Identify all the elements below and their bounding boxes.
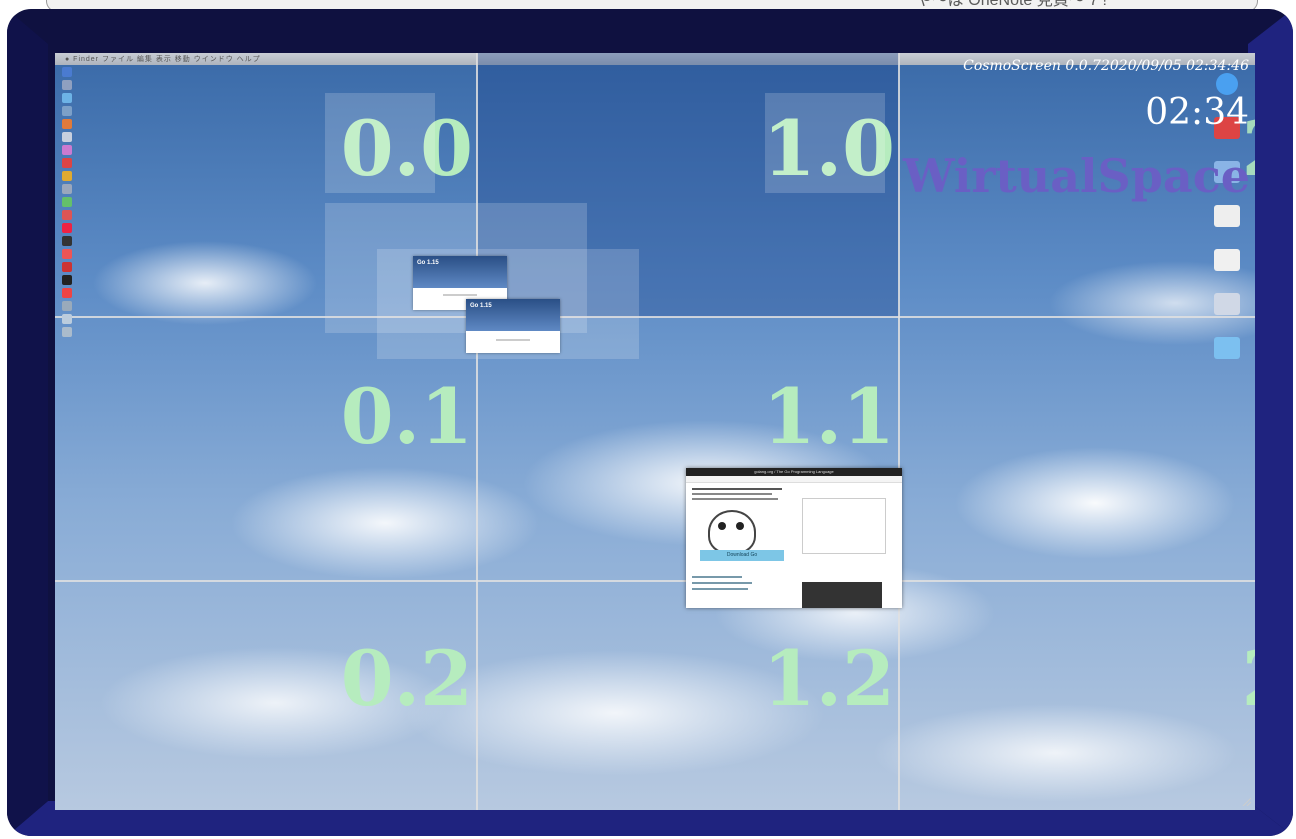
thumbnail-heading: Go 1.15 (470, 303, 492, 309)
trash-icon[interactable] (62, 327, 72, 337)
app-icon[interactable] (62, 210, 72, 220)
browser-nav[interactable] (686, 476, 902, 483)
file-icon[interactable] (1214, 249, 1240, 271)
tile-label: 0.2 (340, 634, 473, 723)
app-icon[interactable] (62, 301, 72, 311)
window-thumbnail[interactable]: Go 1.15 (466, 299, 560, 353)
finder-icon[interactable] (62, 67, 72, 77)
tile-label: 1.1 (762, 372, 895, 461)
app-icon[interactable] (62, 119, 72, 129)
video-thumbnail[interactable] (802, 582, 882, 608)
tile-1-2[interactable]: 1.2 (477, 581, 899, 810)
app-icon[interactable] (62, 249, 72, 259)
browser-window[interactable]: golang.org / The Go Programming Language… (686, 468, 902, 608)
dock[interactable] (61, 67, 73, 807)
safari-icon[interactable] (62, 93, 72, 103)
app-icon[interactable] (62, 197, 72, 207)
tile-2-1[interactable]: 2 (899, 317, 1255, 581)
screen[interactable]: ● Finder ファイル 編集 表示 移動 ウインドウ ヘルプ 0.0 1.0… (55, 53, 1255, 810)
app-icon[interactable] (62, 171, 72, 181)
tile-0-2[interactable]: 0.2 (55, 581, 477, 810)
app-icon[interactable] (62, 275, 72, 285)
launchpad-icon[interactable] (62, 80, 72, 90)
text-line (692, 493, 772, 495)
ghost-window (325, 93, 435, 193)
resize-handle-icon[interactable] (1241, 796, 1251, 806)
virtual-space-title: WirtualSpace 1. (903, 149, 1255, 203)
grid-line (476, 53, 478, 810)
app-icon[interactable] (62, 262, 72, 272)
tile-2-2[interactable]: 2. (899, 581, 1255, 810)
app-icon[interactable] (62, 145, 72, 155)
clock: 02:34 (1145, 92, 1249, 133)
link-line[interactable] (692, 576, 742, 578)
thumbnail-heading: Go 1.15 (417, 260, 439, 266)
app-icon[interactable] (62, 288, 72, 298)
app-icon[interactable] (62, 236, 72, 246)
gopher-mascot (708, 510, 756, 554)
grid-line (55, 580, 1255, 582)
grid-line (55, 316, 1255, 318)
gopher-eye (736, 522, 744, 530)
tile-label: 2. (1242, 641, 1255, 717)
file-icon[interactable] (1214, 205, 1240, 227)
browser-header-text: golang.org / The Go Programming Language (754, 469, 834, 474)
link-line[interactable] (692, 588, 748, 590)
grid-line (898, 53, 900, 810)
app-icon[interactable] (62, 223, 72, 233)
mail-icon[interactable] (62, 106, 72, 116)
thumbnail-line (496, 339, 530, 341)
app-icon[interactable] (62, 314, 72, 324)
gopher-eye (718, 522, 726, 530)
monitor-frame: ● Finder ファイル 編集 表示 移動 ウインドウ ヘルプ 0.0 1.0… (7, 9, 1293, 836)
folder-icon[interactable] (1214, 337, 1240, 359)
ghost-window (765, 93, 885, 193)
playground-pane[interactable] (802, 498, 886, 554)
app-title-overlay: CosmoScreen 0.0.72020/09/05 02:34:46 (963, 58, 1249, 74)
link-line[interactable] (692, 582, 752, 584)
app-icon[interactable] (62, 184, 72, 194)
browser-header: golang.org / The Go Programming Language (686, 468, 902, 476)
text-line (692, 498, 778, 500)
tile-label: 0.1 (340, 372, 473, 461)
thumbnail-line (443, 294, 477, 296)
file-icon[interactable] (1214, 293, 1240, 315)
tile-label: 1.2 (762, 634, 895, 723)
text-line (692, 488, 782, 490)
app-icon[interactable] (62, 132, 72, 142)
download-button[interactable]: Download Go (700, 550, 784, 561)
app-icon[interactable] (62, 158, 72, 168)
